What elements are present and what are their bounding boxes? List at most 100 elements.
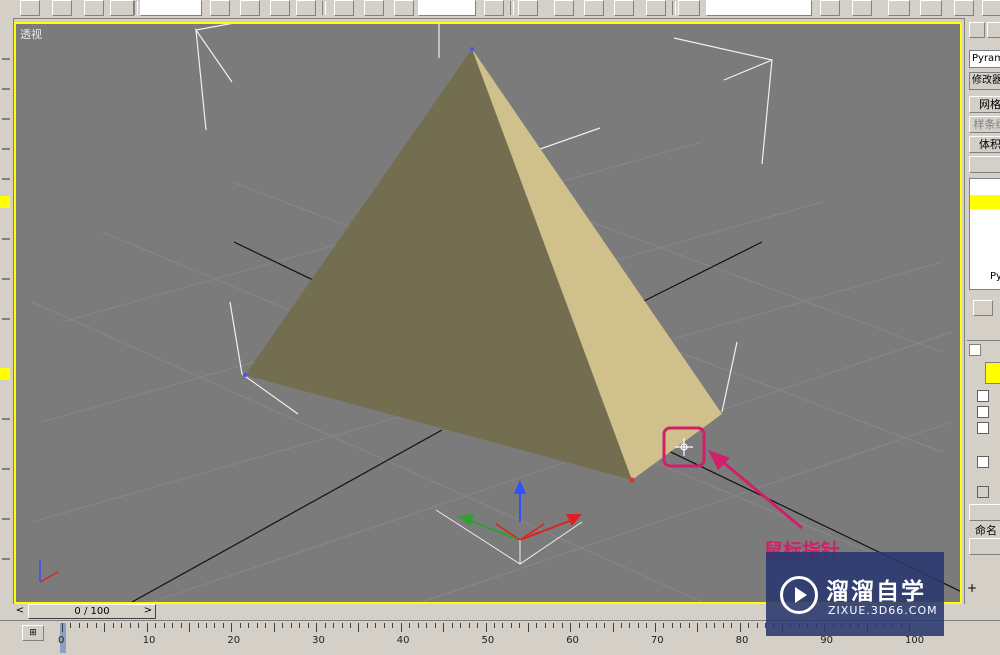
toolbar-button[interactable] bbox=[84, 0, 104, 16]
ruler-tick bbox=[104, 623, 106, 632]
scene-canvas bbox=[31, 24, 960, 602]
ruler-tick bbox=[510, 623, 512, 628]
ruler-tick bbox=[519, 623, 521, 628]
ruler-tick bbox=[265, 623, 267, 628]
axis-tripod bbox=[39, 560, 59, 583]
section-label: 命名 bbox=[975, 524, 997, 537]
pivot-icon[interactable] bbox=[484, 0, 504, 16]
add-rollout-icon[interactable]: + bbox=[967, 582, 979, 594]
modifier-button-mesh[interactable]: 网格 bbox=[969, 96, 1000, 113]
angle-snap-icon[interactable] bbox=[584, 0, 604, 16]
annotation-arrow bbox=[708, 450, 803, 530]
align-icon[interactable] bbox=[852, 0, 872, 16]
select-manipulate-icon[interactable] bbox=[518, 0, 538, 16]
modify-tab-icon[interactable] bbox=[987, 22, 1000, 38]
ruler-tick bbox=[349, 623, 351, 628]
ruler-tick bbox=[722, 623, 724, 628]
option-checkbox[interactable] bbox=[977, 486, 989, 498]
ruler-tick bbox=[426, 623, 428, 628]
curve-editor-icon[interactable] bbox=[920, 0, 942, 16]
ruler-number: 100 bbox=[905, 635, 925, 646]
rollout-divider bbox=[967, 340, 1000, 341]
ruler-tick bbox=[87, 623, 89, 628]
ruler-tick bbox=[578, 623, 580, 628]
modifier-button[interactable] bbox=[969, 156, 1000, 173]
ruler-tick bbox=[392, 623, 394, 628]
ruler-tick bbox=[451, 623, 453, 628]
time-slider-thumb[interactable]: 0 / 100 bbox=[28, 604, 156, 619]
spinner-snap-icon[interactable] bbox=[646, 0, 666, 16]
option-checkbox[interactable] bbox=[977, 390, 989, 402]
ruler-tick bbox=[121, 623, 123, 628]
toolbar-button[interactable] bbox=[52, 0, 72, 16]
render-icon[interactable] bbox=[982, 0, 1000, 16]
color-swatch[interactable] bbox=[985, 362, 1000, 384]
layer-icon[interactable] bbox=[888, 0, 910, 16]
region-select-icon[interactable] bbox=[270, 0, 290, 16]
strip-highlight bbox=[0, 368, 10, 380]
window-crossing-icon[interactable] bbox=[296, 0, 316, 16]
ruler-tick bbox=[256, 623, 258, 628]
modifier-list-dropdown[interactable]: 修改器 bbox=[969, 72, 1000, 90]
ruler-tick bbox=[299, 623, 301, 628]
ruler-tick bbox=[637, 623, 639, 628]
rollout-minus-icon[interactable] bbox=[969, 344, 981, 356]
option-checkbox[interactable] bbox=[977, 422, 989, 434]
ruler-number: 60 bbox=[566, 635, 579, 646]
arrow-right-icon[interactable]: > bbox=[142, 604, 154, 617]
toolbar-separator bbox=[672, 1, 676, 15]
named-selection-icon[interactable] bbox=[678, 0, 700, 16]
modifier-button-spline[interactable]: 样条线 bbox=[969, 116, 1000, 133]
perspective-viewport[interactable]: 透视 bbox=[14, 22, 962, 604]
track-bar-toggle-icon[interactable]: ⊞ bbox=[22, 625, 44, 641]
mirror-icon[interactable] bbox=[820, 0, 840, 16]
rotate-icon[interactable] bbox=[364, 0, 384, 16]
panel-button[interactable] bbox=[969, 504, 1000, 521]
watermark-title: 溜溜自学 bbox=[826, 579, 926, 605]
ruler-tick bbox=[460, 623, 462, 628]
ruler-tick bbox=[70, 623, 72, 628]
ruler-tick bbox=[316, 623, 318, 632]
ruler-tick bbox=[612, 623, 614, 632]
ruler-number: 40 bbox=[396, 635, 410, 646]
ruler-tick bbox=[544, 623, 546, 628]
ruler-tick bbox=[214, 623, 216, 628]
selection-filter-dropdown[interactable] bbox=[140, 0, 202, 16]
strip-tick bbox=[2, 518, 10, 520]
percent-snap-icon[interactable] bbox=[614, 0, 634, 16]
move-icon[interactable] bbox=[334, 0, 354, 16]
stack-item[interactable]: Py bbox=[990, 271, 1000, 282]
material-editor-icon[interactable] bbox=[954, 0, 974, 16]
ruler-tick bbox=[705, 623, 707, 628]
scale-icon[interactable] bbox=[394, 0, 414, 16]
arrow-left-icon[interactable]: < bbox=[14, 604, 26, 617]
select-icon[interactable] bbox=[210, 0, 230, 16]
ruler-tick bbox=[138, 623, 140, 628]
ruler-tick bbox=[595, 623, 597, 628]
snap-icon[interactable] bbox=[554, 0, 574, 16]
toolbar-button[interactable] bbox=[20, 0, 40, 16]
modifier-stack[interactable]: Py bbox=[969, 178, 1000, 290]
ruler-tick bbox=[731, 623, 733, 628]
strip-tick bbox=[2, 558, 10, 560]
option-checkbox[interactable] bbox=[977, 456, 989, 468]
pin-stack-icon[interactable] bbox=[973, 300, 993, 316]
ruler-tick bbox=[273, 623, 275, 632]
named-selection-dropdown[interactable] bbox=[706, 0, 812, 16]
ruler-tick bbox=[756, 623, 758, 628]
toolbar-button[interactable] bbox=[110, 0, 134, 16]
object-name-field[interactable]: Pyramid bbox=[969, 50, 1000, 68]
watermark-logo: 溜溜自学 ZIXUE.3D66.COM bbox=[766, 552, 944, 636]
ruler-tick bbox=[654, 623, 656, 632]
reference-coord-dropdown[interactable] bbox=[418, 0, 476, 16]
ruler-tick bbox=[697, 623, 699, 632]
modifier-stack-selected[interactable] bbox=[970, 195, 1000, 209]
ruler-number: 80 bbox=[735, 635, 749, 646]
select-by-name-icon[interactable] bbox=[240, 0, 260, 16]
panel-button[interactable] bbox=[969, 538, 1000, 555]
create-tab-icon[interactable] bbox=[969, 22, 985, 38]
left-toolbar-strip bbox=[0, 18, 14, 604]
option-checkbox[interactable] bbox=[977, 406, 989, 418]
modifier-button-volume[interactable]: 体积 bbox=[969, 136, 1000, 153]
ruler-tick bbox=[646, 623, 648, 628]
